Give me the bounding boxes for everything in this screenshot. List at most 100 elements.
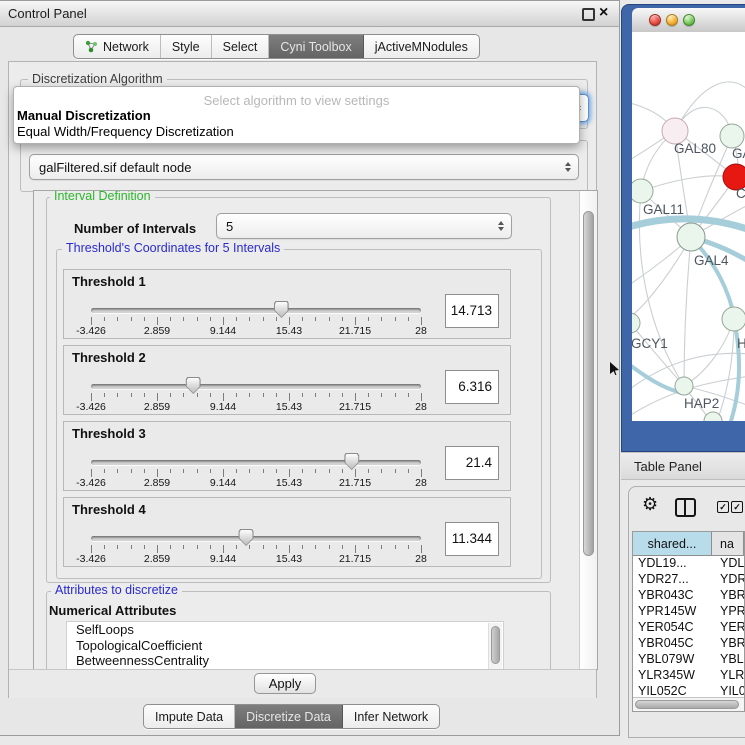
control-panel-title: Control Panel (8, 6, 87, 21)
dropdown-item-manual-discretization[interactable]: Manual Discretization (17, 108, 151, 123)
threshold-slider[interactable]: -3.4262.8599.14415.4321.71528 (91, 270, 421, 340)
float-window-icon[interactable] (582, 8, 595, 21)
checkbox-icon[interactable]: ✓ (717, 501, 729, 513)
tab-select[interactable]: Select (212, 35, 270, 58)
number-of-intervals-label: Number of Intervals (74, 221, 196, 236)
node-label: GCY1 (632, 336, 668, 351)
screen: Control Panel × Network Style Select Cyn… (0, 0, 745, 745)
table-panel: ⚙ ✓ ✓ shared... na YDL19...YDL1YDR27...Y… (628, 486, 745, 738)
vertical-scrollbar-thumb[interactable] (583, 211, 594, 556)
table-row[interactable]: YBR045CYBR0 (633, 636, 744, 652)
table-row[interactable]: YBR043CYBR0 (633, 588, 744, 604)
combo-arrows-icon (565, 162, 571, 172)
table-row[interactable]: YER054CYER0 (633, 620, 744, 636)
tab-cyni-toolbox[interactable]: Cyni Toolbox (269, 35, 363, 58)
tab-network-label: Network (103, 40, 149, 54)
table-row[interactable]: YIL052CYIL0 (633, 684, 744, 697)
table-row[interactable]: YPR145WYPR1 (633, 604, 744, 620)
list-item[interactable]: SelfLoops (67, 622, 503, 638)
vertical-scrollbar[interactable] (579, 191, 598, 669)
gear-icon[interactable]: ⚙ (642, 495, 658, 513)
control-panel-tab-bar: Network Style Select Cyni Toolbox jActiv… (73, 34, 480, 59)
tab-style[interactable]: Style (161, 35, 212, 58)
control-panel-titlebar: Control Panel × (0, 1, 619, 27)
threshold-value-field[interactable]: 21.4 (445, 446, 499, 480)
slider-track[interactable] (91, 384, 421, 389)
slider-thumb[interactable] (186, 377, 201, 394)
dropdown-placeholder-item[interactable]: Select algorithm to view settings (14, 93, 579, 108)
control-panel-window: Control Panel × Network Style Select Cyn… (0, 0, 620, 736)
network-view-window: GAL80GACGAL11GAL4GCY1HHAP2 (621, 4, 745, 452)
horizontal-scrollbar[interactable] (633, 697, 744, 711)
close-icon[interactable]: × (599, 3, 608, 23)
table-row[interactable]: YLR345WYLR3 (633, 668, 744, 684)
slider-track[interactable] (91, 460, 421, 465)
table-row[interactable]: YBL079WYBL0 (633, 652, 744, 668)
network-canvas[interactable]: GAL80GACGAL11GAL4GCY1HHAP2 (632, 32, 745, 421)
tab-jactivemnodules[interactable]: jActiveMNodules (364, 35, 479, 58)
slider-tick-labels: -3.4262.8599.14415.4321.71528 (91, 477, 421, 489)
tab-network[interactable]: Network (74, 35, 161, 58)
table-data-combobox-value: galFiltered.sif default node (39, 155, 191, 179)
threshold-value-field[interactable]: 6.316 (445, 370, 499, 404)
tab-impute-data[interactable]: Impute Data (144, 705, 235, 728)
threshold-slider[interactable]: -3.4262.8599.14415.4321.71528 (91, 422, 421, 492)
numerical-attributes-list[interactable]: SelfLoopsTopologicalCoefficientBetweenne… (66, 621, 504, 670)
list-item[interactable]: TopologicalCoefficient (67, 638, 503, 654)
columns-icon[interactable] (675, 498, 696, 517)
column-header-shared-name[interactable]: shared... (633, 532, 712, 556)
slider-tick-labels: -3.4262.8599.14415.4321.71528 (91, 325, 421, 337)
combo-arrows-icon (498, 221, 504, 231)
threshold-value-field[interactable]: 14.713 (445, 294, 499, 328)
table-rows: YDL19...YDL1YDR27...YDR2YBR043CYBR0YPR14… (633, 556, 744, 697)
node-label: GAL80 (674, 141, 716, 156)
threshold-slider[interactable]: -3.4262.8599.14415.4321.71528 (91, 346, 421, 416)
horizontal-scrollbar-thumb[interactable] (635, 700, 739, 709)
thresholds-container: Threshold 1 -3.4262.8599.14415.4321.7152… (56, 249, 540, 577)
table-row[interactable]: YDL19...YDL1 (633, 556, 744, 572)
table-panel-title: Table Panel (634, 459, 702, 474)
checkbox-icon[interactable]: ✓ (731, 501, 743, 513)
network-node (722, 307, 745, 331)
network-node (632, 313, 640, 333)
number-of-intervals-combobox[interactable]: 5 (216, 213, 512, 239)
network-node (632, 179, 653, 203)
threshold-value-field[interactable]: 11.344 (445, 522, 499, 556)
threshold-slider[interactable]: -3.4262.8599.14415.4321.71528 (91, 498, 421, 568)
table-data-combobox[interactable]: galFiltered.sif default node (29, 154, 579, 180)
node-label: GAL4 (694, 253, 729, 268)
slider-thumb[interactable] (239, 529, 254, 546)
zoom-traffic-light[interactable] (683, 14, 695, 26)
tab-infer-network[interactable]: Infer Network (343, 705, 439, 728)
column-header-name[interactable]: na (712, 532, 744, 556)
tab-discretize-data[interactable]: Discretize Data (235, 705, 343, 728)
interval-definition-group-title: Interval Definition (50, 190, 155, 203)
node-label: C (736, 186, 745, 201)
dropdown-item-equal-width-frequency[interactable]: Equal Width/Frequency Discretization (17, 124, 234, 139)
table-row[interactable]: YDR27...YDR2 (633, 572, 744, 588)
list-scrollbar-thumb[interactable] (491, 626, 500, 664)
slider-thumb[interactable] (344, 453, 359, 470)
apply-button[interactable]: Apply (254, 673, 316, 694)
slider-thumb[interactable] (274, 301, 289, 318)
network-node (677, 223, 705, 251)
algorithm-dropdown-popup: Select algorithm to view settings Manual… (13, 86, 580, 144)
attributes-group-title: Attributes to discretize (51, 584, 182, 597)
minimize-traffic-light[interactable] (666, 14, 678, 26)
list-item[interactable]: BetweennessCentrality (67, 653, 503, 669)
list-scrollbar[interactable] (488, 623, 502, 669)
cyni-bottom-tab-bar: Impute Data Discretize Data Infer Networ… (143, 704, 440, 729)
tab-jactivemnodules-label: jActiveMNodules (375, 40, 468, 54)
threshold-panel: Threshold 3 -3.4262.8599.14415.4321.7152… (63, 421, 511, 491)
cyni-toolbox-panel: Discretization Algorithm Select algorith… (8, 61, 597, 698)
tab-style-label: Style (172, 40, 200, 54)
network-window-titlebar[interactable] (632, 8, 745, 33)
slider-track[interactable] (91, 536, 421, 541)
discretization-algorithm-group-title: Discretization Algorithm (28, 73, 167, 86)
close-traffic-light[interactable] (649, 14, 661, 26)
network-node (720, 124, 744, 148)
network-node (675, 377, 693, 395)
slider-track[interactable] (91, 308, 421, 313)
threshold-panel: Threshold 4 -3.4262.8599.14415.4321.7152… (63, 497, 511, 567)
tab-cyni-toolbox-label: Cyni Toolbox (280, 40, 351, 54)
